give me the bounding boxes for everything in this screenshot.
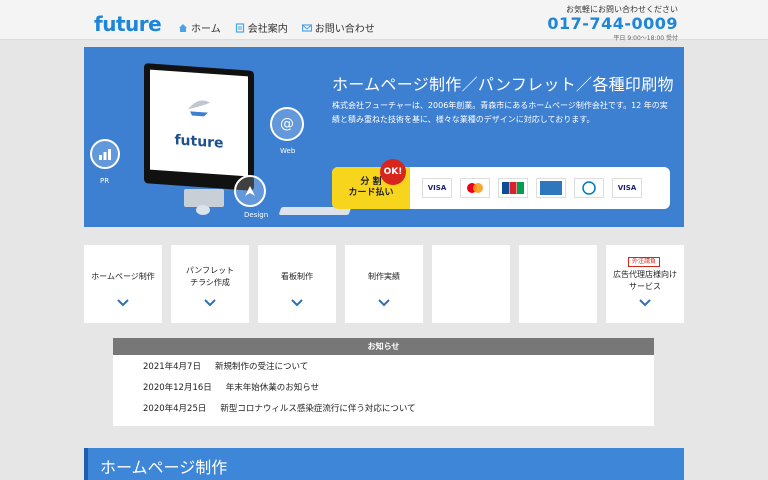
news-item[interactable]: 2020年4月25日 新型コロナウィルス感染症流行に伴う対応について [113, 397, 654, 418]
brand-mark-icon [188, 100, 210, 117]
payment-label-line2: カード払い [348, 188, 394, 198]
tile-label-line: パンフレット [185, 266, 235, 275]
web-label: Web [280, 147, 296, 155]
monitor-illustration: future [134, 63, 254, 207]
news-heading: お知らせ [113, 338, 654, 355]
tile-label: ホームページ制作 [91, 272, 155, 281]
tile-label-line: 広告代理店様向け [613, 270, 677, 279]
nav-company[interactable]: 会社案内 [235, 20, 288, 35]
tile-label: 広告代理店様向け サービス [606, 269, 684, 293]
site-header: future ホーム 会社案内 お問い合わせ お気軽にお問い合わせください 01… [0, 0, 768, 42]
visa-icon: VISA [612, 178, 642, 198]
outsourcing-badge: 外注請負 [628, 257, 661, 267]
pr-label: PR [100, 177, 110, 185]
news-panel: お知らせ 2021年4月7日 新規制作の受注について 2020年12月16日 年… [113, 338, 654, 426]
tile-label: 看板制作 [281, 272, 313, 281]
tile-label: 制作実績 [368, 272, 400, 281]
site-logo[interactable]: future [94, 12, 162, 36]
news-title: 年末年始休業のお知らせ [225, 382, 320, 393]
tile-portfolio[interactable]: 制作実績 [345, 245, 423, 323]
tile-label: パンフレット チラシ作成 [171, 265, 249, 289]
payment-label: 分 割 カード払い OK! [332, 159, 410, 209]
tile-homepage[interactable]: ホームページ制作 [84, 245, 162, 323]
business-hours: 平日 9:00～18:00 受付 [613, 35, 678, 42]
card-logos: VISA VISA [422, 178, 642, 198]
tile-label-line: チラシ作成 [190, 278, 230, 287]
mastercard-icon [460, 178, 490, 198]
at-icon: @ [280, 116, 294, 132]
screen-logo: future [174, 132, 224, 152]
nav-home[interactable]: ホーム [178, 20, 221, 35]
design-label: Design [244, 211, 269, 219]
hero-description: 株式会社フューチャーは、2006年創業。青森市にあるホームページ制作会社です。1… [332, 101, 668, 124]
hero-title: ホームページ制作／パンフレット／各種印刷物 [332, 75, 674, 94]
chevron-down-icon [639, 299, 651, 307]
news-date: 2021年4月7日 [143, 361, 201, 372]
news-date: 2020年12月16日 [143, 382, 212, 393]
pen-nib-icon [245, 186, 255, 196]
diners-club-icon [574, 178, 604, 198]
nav-contact[interactable]: お問い合わせ [301, 20, 375, 35]
section-title: ホームページ制作 [100, 458, 228, 477]
pr-bubble [90, 139, 120, 169]
news-title: 新規制作の受注について [214, 361, 309, 372]
service-tiles: ホームページ制作 パンフレット チラシ作成 看板制作 制作実績 外注請負 広告代理… [84, 245, 684, 323]
chevron-down-icon [117, 299, 129, 307]
news-title: 新型コロナウィルス感染症流行に伴う対応について [220, 403, 416, 414]
chevron-down-icon [204, 299, 216, 307]
document-icon [235, 22, 244, 33]
bar-chart-icon [99, 149, 111, 160]
contact-info: お気軽にお問い合わせください 017-744-0009 平日 9:00～18:0… [547, 4, 678, 42]
tile-signboard[interactable]: 看板制作 [258, 245, 336, 323]
visa-icon: VISA [422, 178, 452, 198]
ok-badge: OK! [380, 159, 406, 185]
news-item[interactable]: 2021年4月7日 新規制作の受注について [113, 355, 654, 376]
nav-company-label: 会社案内 [247, 24, 288, 35]
main-nav: ホーム 会社案内 お問い合わせ [178, 20, 375, 35]
amex-icon [536, 178, 566, 198]
nav-contact-label: お問い合わせ [314, 24, 375, 35]
phone-number[interactable]: 017-744-0009 [547, 15, 678, 33]
tile-agency[interactable]: 外注請負 広告代理店様向け サービス [606, 245, 684, 323]
web-bubble: @ [270, 107, 304, 141]
home-icon [179, 23, 187, 32]
jcb-icon [498, 178, 528, 198]
chevron-down-icon [378, 299, 390, 307]
tile-pamphlet[interactable]: パンフレット チラシ作成 [171, 245, 249, 323]
tile-empty [519, 245, 597, 323]
tile-label-line: サービス [629, 282, 661, 291]
design-bubble [234, 175, 266, 207]
payment-banner: 分 割 カード払い OK! VISA VISA [332, 159, 670, 209]
hero-banner: future @ Web PR Design ホームページ制作／パンフレット／各… [84, 47, 684, 227]
news-item[interactable]: 2020年12月16日 年末年始休業のお知らせ [113, 376, 654, 397]
chevron-down-icon [291, 299, 303, 307]
news-date: 2020年4月25日 [143, 403, 207, 414]
tile-empty [432, 245, 510, 323]
mail-icon [301, 23, 312, 32]
section-heading: ホームページ制作 [84, 448, 684, 480]
mouse-illustration [196, 205, 210, 215]
monitor-screen: future [150, 69, 248, 177]
nav-home-label: ホーム [191, 24, 221, 35]
